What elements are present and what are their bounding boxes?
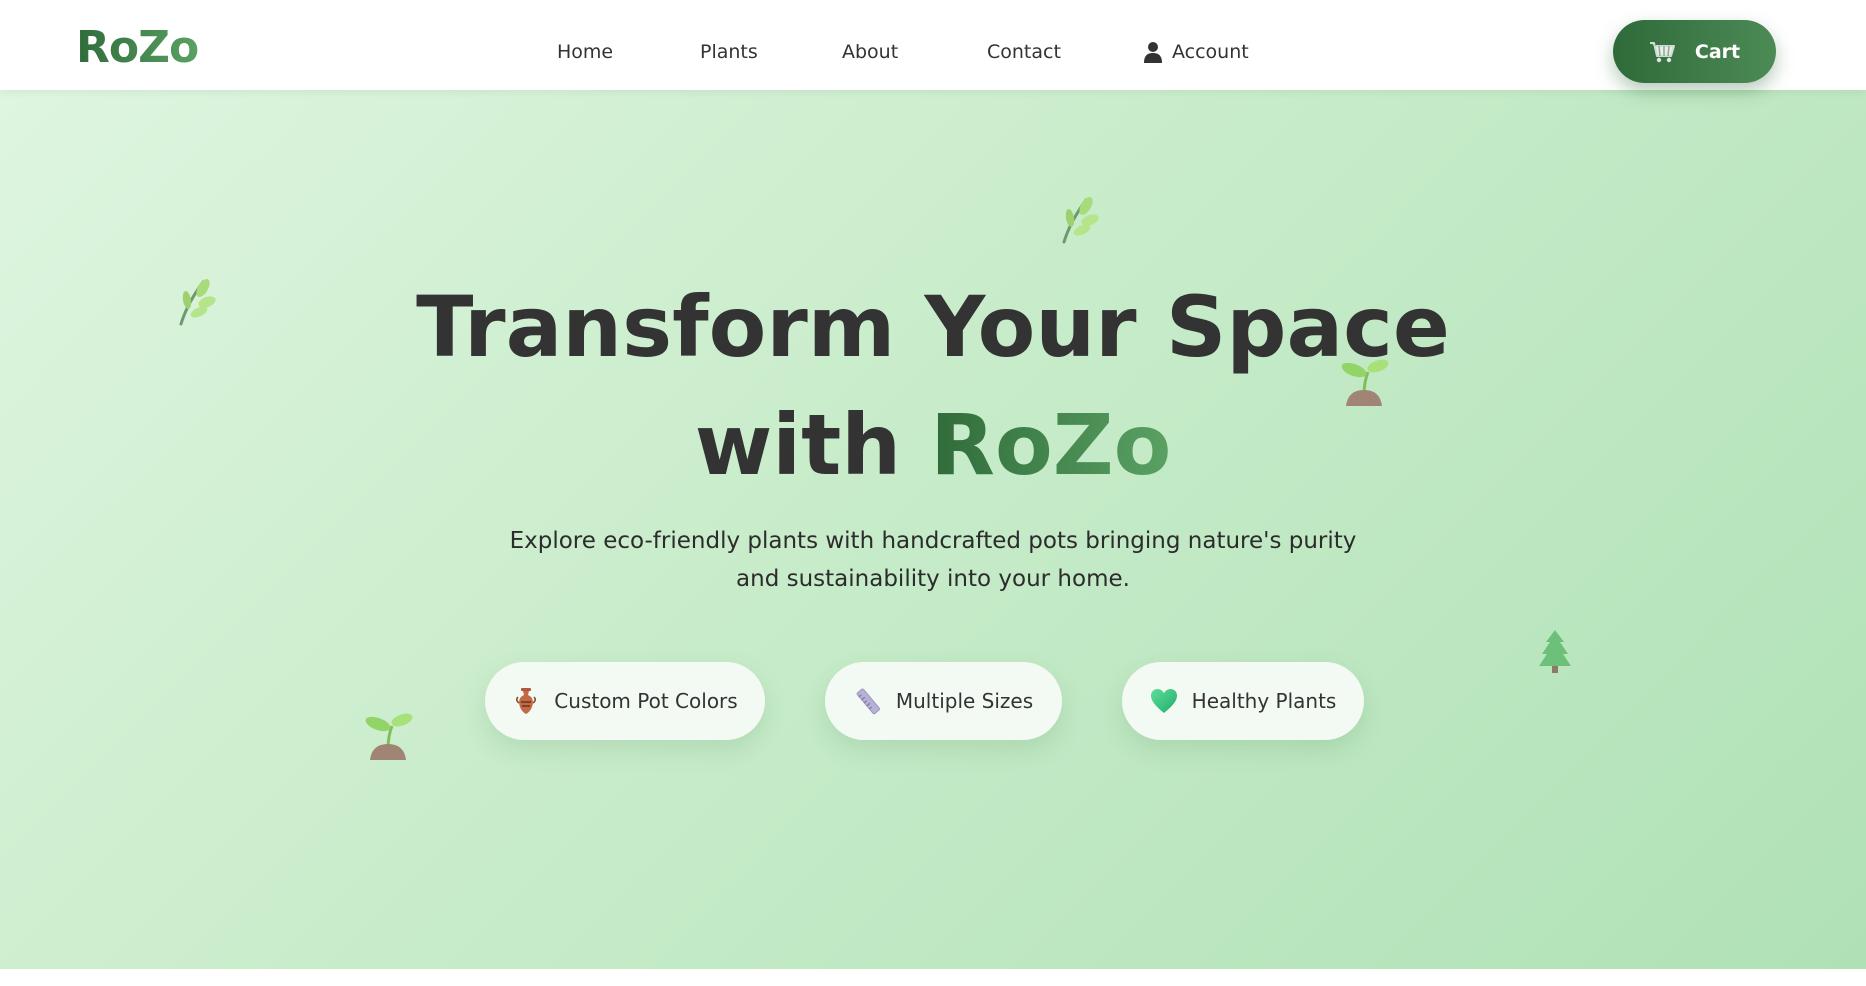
evergreen-tree-icon <box>1539 630 1571 673</box>
cart-button[interactable]: Cart <box>1613 20 1776 83</box>
hero-title-prefix: with <box>694 396 902 494</box>
hero-subtitle: Explore eco-friendly plants with handcra… <box>483 522 1383 598</box>
feature-pill-custom-pot-colors[interactable]: Custom Pot Colors <box>485 662 765 740</box>
vase-icon <box>516 688 537 714</box>
hero-title: Transform Your Space with RoZo <box>0 268 1866 504</box>
feature-label: Custom Pot Colors <box>554 689 738 713</box>
feature-pill-healthy-plants[interactable]: Healthy Plants <box>1122 662 1364 740</box>
feature-label: Healthy Plants <box>1191 689 1337 713</box>
hero-title-brand: RoZo <box>930 396 1172 494</box>
hero-title-line-2: with RoZo <box>0 386 1866 504</box>
herb-icon <box>1062 196 1099 244</box>
page-bottom-strip <box>0 969 1866 986</box>
ruler-icon <box>856 688 880 715</box>
nav-link-account[interactable]: Account <box>1144 40 1249 64</box>
cart-icon <box>1649 41 1675 62</box>
feature-label: Multiple Sizes <box>895 689 1034 713</box>
hero-title-line-1: Transform Your Space <box>416 278 1450 376</box>
nav-link-home[interactable]: Home <box>557 40 613 64</box>
nav-link-contact[interactable]: Contact <box>987 40 1061 64</box>
seedling-icon <box>365 713 413 760</box>
hero-subtitle-line-2: and sustainability into your home. <box>736 566 1130 592</box>
nav-link-account-label: Account <box>1172 41 1249 63</box>
site-header: RoZo Home Plants About Contact Account C… <box>0 0 1866 90</box>
feature-pill-multiple-sizes[interactable]: Multiple Sizes <box>825 662 1062 740</box>
nav-link-plants[interactable]: Plants <box>700 40 758 64</box>
user-icon <box>1144 42 1162 63</box>
hero-subtitle-line-1: Explore eco-friendly plants with handcra… <box>509 528 1357 554</box>
main-nav: Home Plants About Contact Account <box>0 0 1866 90</box>
cart-label: Cart <box>1694 40 1741 63</box>
green-heart-icon <box>1150 689 1177 713</box>
hero-section: Transform Your Space with RoZo Explore e… <box>0 90 1866 969</box>
nav-link-about[interactable]: About <box>842 40 898 64</box>
